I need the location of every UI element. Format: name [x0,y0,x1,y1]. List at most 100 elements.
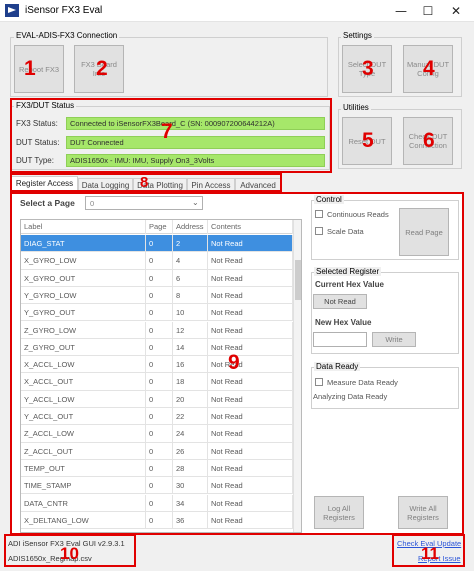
chevron-down-icon: ⌄ [192,198,199,207]
dut-type-field: ADIS1650x - IMU: IMU, Supply On3_3Volts [66,154,325,167]
cell-page: 0 [146,477,173,495]
grid-vertical-scrollbar[interactable] [293,220,301,532]
version-text: ADI iSensor FX3 Eval GUI v2.9.3.1 [8,539,125,548]
cell-page: 0 [146,269,173,287]
write-button[interactable]: Write [372,332,416,347]
table-row[interactable]: DATA_CNTR 0 34 Not Read [21,494,293,512]
cell-label: TEMP_OUT [21,459,146,477]
new-hex-input[interactable] [313,332,367,347]
table-row[interactable]: Y_GYRO_LOW 0 8 Not Read [21,286,293,305]
continuous-reads-label: Continuous Reads [327,210,389,219]
table-row[interactable]: Y_ACCL_OUT 0 22 Not Read [21,408,293,426]
table-row[interactable]: Z_ACCL_LOW 0 24 Not Read [21,425,293,443]
app-logo-icon [5,4,19,17]
control-group-title: Control [314,195,344,204]
select-dut-type-button[interactable]: Select DUT Type [342,45,392,93]
continuous-reads-checkbox[interactable] [315,210,323,218]
cell-address: 34 [173,494,208,512]
tab-data-plotting[interactable]: Data Plotting [133,178,187,192]
tab-register-access[interactable]: Register Access [11,176,78,193]
table-row[interactable]: DIAG_STAT 0 2 Not Read [21,235,293,253]
cell-page: 0 [146,356,173,374]
maximize-button[interactable]: ☐ [414,0,442,22]
table-row[interactable]: X_DELTANG_LOW 0 36 Not Read [21,511,293,530]
data-ready-group [311,367,459,409]
title-bar[interactable]: iSensor FX3 Eval — ☐ ✕ [0,0,474,22]
cell-label: DATA_CNTR [21,494,146,512]
table-row[interactable]: X_GYRO_OUT 0 6 Not Read [21,269,293,287]
check-eval-update-link[interactable]: Check Eval Update [397,539,461,548]
column-header-label: Label [21,220,146,234]
cell-contents: Not Read [208,459,293,477]
tab-data-logging[interactable]: Data Logging [78,178,133,192]
scale-data-checkbox[interactable] [315,227,323,235]
cell-contents: Not Read [208,252,293,270]
cell-page: 0 [146,304,173,322]
cell-label: X_ACCL_LOW [21,356,146,374]
cell-contents: Not Read [208,425,293,443]
connection-group-title: EVAL-ADIS-FX3 Connection [14,31,120,40]
table-row[interactable]: Z_GYRO_OUT 0 14 Not Read [21,338,293,357]
dut-status-label: DUT Status: [16,138,60,147]
cell-address: 22 [173,408,208,425]
page-select[interactable]: 0 ⌄ [85,196,203,210]
select-page-label: Select a Page [20,198,75,208]
table-row[interactable]: TEMP_OUT 0 28 Not Read [21,459,293,478]
measure-data-ready-label: Measure Data Ready [327,378,398,387]
analyzing-data-ready-text: Analyzing Data Ready [313,392,388,401]
table-row[interactable]: Y_ACCL_LOW 0 20 Not Read [21,390,293,408]
log-all-registers-button[interactable]: Log All Registers [314,496,364,529]
cell-label: DIAG_STAT [21,235,146,252]
cell-label: Y_ACCL_OUT [21,408,146,425]
cell-page: 0 [146,252,173,270]
cell-address: 28 [173,459,208,477]
cell-label: Z_ACCL_OUT [21,442,146,460]
current-hex-label: Current Hex Value [315,280,384,289]
scrollbar-thumb[interactable] [295,260,301,300]
cell-label: Y_ACCL_LOW [21,390,146,408]
cell-page: 0 [146,373,173,391]
tab-pin-access[interactable]: Pin Access [187,178,235,192]
settings-group-title: Settings [341,31,374,40]
cell-contents: Not Read [208,494,293,512]
fx3-board-info-button[interactable]: FX3 Board Info [74,45,124,93]
cell-address: 24 [173,425,208,443]
table-row[interactable]: Z_ACCL_OUT 0 26 Not Read [21,442,293,460]
page-select-value: 0 [90,199,95,208]
cell-contents: Not Read [208,511,293,529]
selected-register-title: Selected Register [314,267,382,276]
dut-type-label: DUT Type: [16,156,54,165]
cell-label: Y_GYRO_OUT [21,304,146,322]
fx3-status-field: Connected to iSensorFX3Board_C (SN: 0009… [66,117,325,130]
close-button[interactable]: ✕ [442,0,470,22]
cell-address: 8 [173,286,208,304]
table-row[interactable]: X_GYRO_LOW 0 4 Not Read [21,252,293,270]
table-row[interactable]: TIME_STAMP 0 30 Not Read [21,477,293,495]
measure-data-ready-checkbox[interactable] [315,378,323,386]
tab-advanced[interactable]: Advanced [235,178,281,192]
check-dut-connection-button[interactable]: Check DUT Connection [403,117,453,165]
table-row[interactable]: X_ACCL_LOW 0 16 Not Read [21,356,293,374]
table-row[interactable]: Y_GYRO_OUT 0 10 Not Read [21,304,293,322]
regmap-file-text: ADIS1650x_Regmap.csv [8,554,92,563]
reboot-fx3-button[interactable]: Reboot FX3 [14,45,64,93]
report-issue-link[interactable]: Report Issue [418,554,461,563]
reset-dut-button[interactable]: Reset DUT [342,117,392,165]
manual-dut-config-button[interactable]: Manual DUT Config [403,45,453,93]
window-title: iSensor FX3 Eval [25,5,103,16]
cell-contents: Not Read [208,442,293,460]
cell-page: 0 [146,511,173,529]
minimize-button[interactable]: — [387,0,415,22]
read-page-button[interactable]: Read Page [399,208,449,256]
cell-contents: Not Read [208,338,293,356]
fx3-status-label: FX3 Status: [16,119,58,128]
cell-page: 0 [146,494,173,512]
table-row[interactable]: X_ACCL_OUT 0 18 Not Read [21,373,293,391]
write-all-registers-button[interactable]: Write All Registers [398,496,448,529]
table-row[interactable]: Z_GYRO_LOW 0 12 Not Read [21,321,293,339]
cell-label: X_GYRO_LOW [21,252,146,270]
cell-address: 2 [173,235,208,252]
grid-header: Label Page Address Contents [21,220,293,234]
cell-label: TIME_STAMP [21,477,146,495]
register-grid[interactable]: Label Page Address Contents DIAG_STAT 0 2 N… [20,219,302,533]
